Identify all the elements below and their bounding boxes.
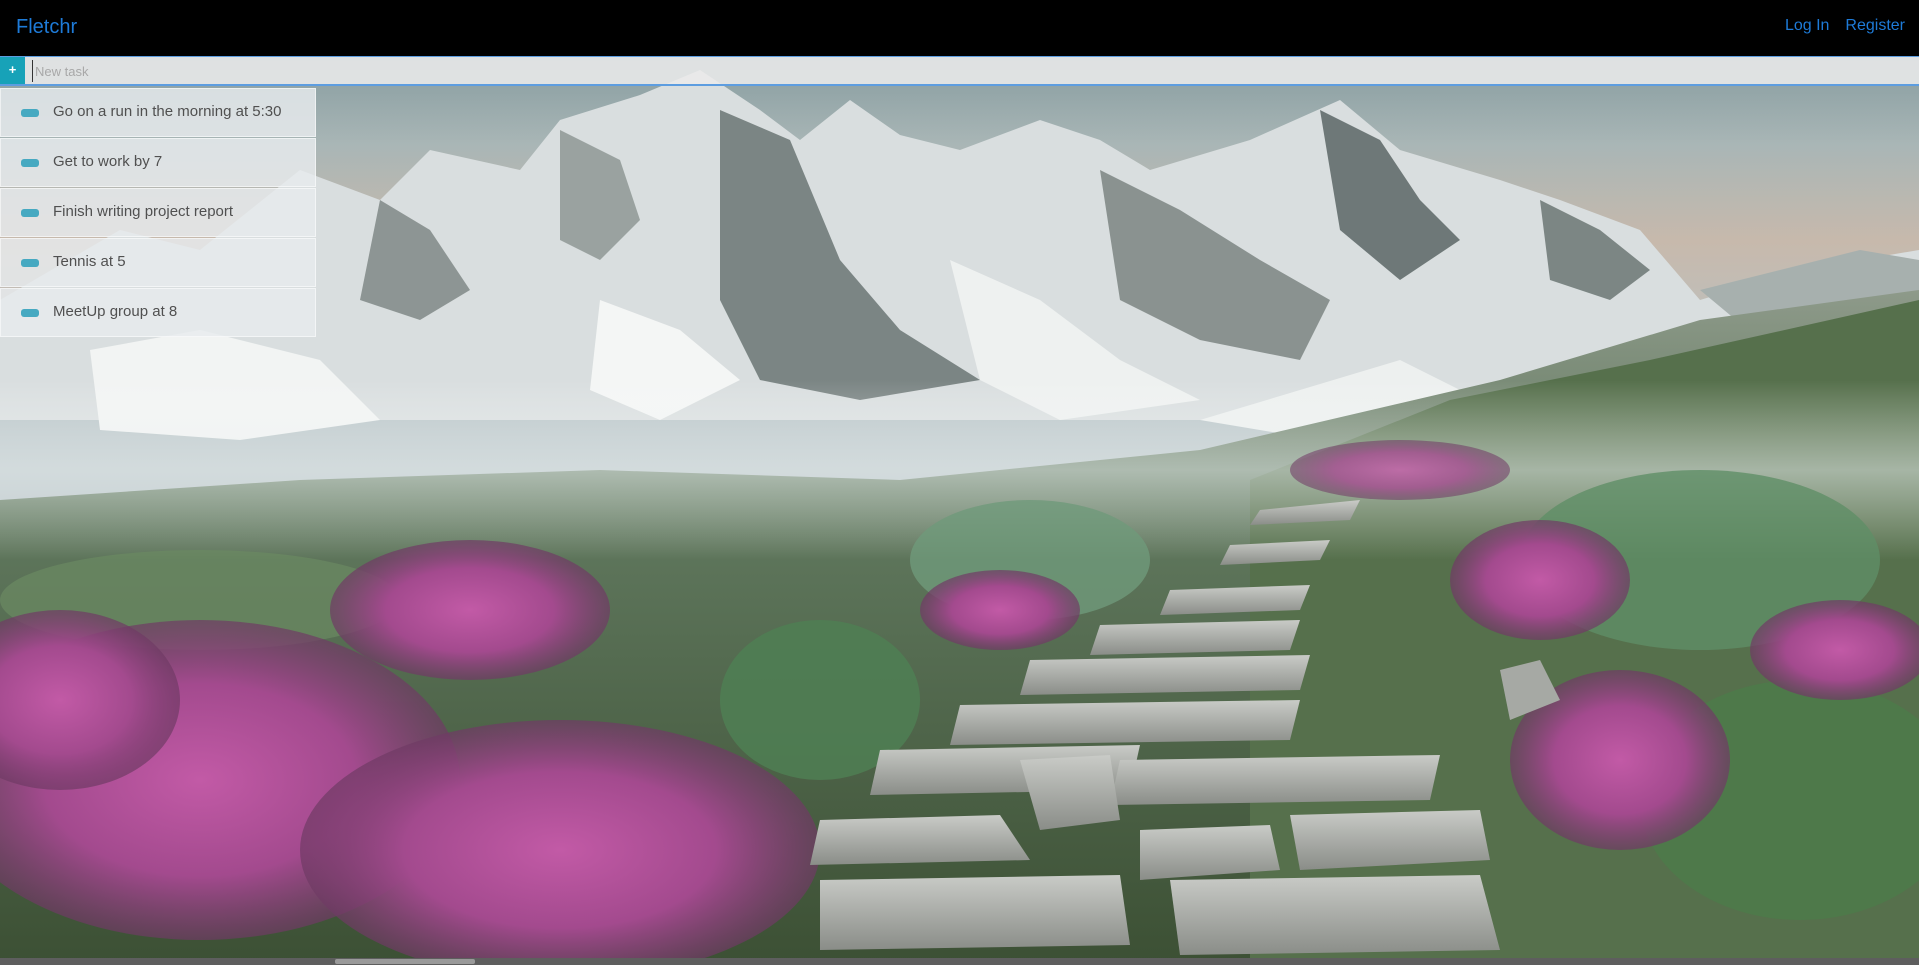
register-link[interactable]: Register: [1845, 17, 1905, 35]
horizontal-scrollbar[interactable]: [0, 958, 1919, 965]
task-label: Go on a run in the morning at 5:30: [53, 103, 282, 120]
new-task-bar: +: [0, 56, 1919, 86]
login-link[interactable]: Log In: [1785, 17, 1829, 35]
task-item[interactable]: Get to work by 7: [0, 138, 316, 187]
task-label: Tennis at 5: [53, 253, 126, 270]
scrollbar-thumb[interactable]: [335, 959, 475, 964]
task-list: Go on a run in the morning at 5:30 Get t…: [0, 88, 316, 338]
task-toggle-icon[interactable]: [21, 109, 39, 117]
task-label: Finish writing project report: [53, 203, 234, 220]
brand-link[interactable]: Fletchr: [16, 16, 77, 39]
auth-links: Log In Register: [1785, 17, 1905, 35]
add-task-button[interactable]: +: [0, 57, 25, 84]
new-task-input[interactable]: [32, 60, 1917, 82]
task-toggle-icon[interactable]: [21, 159, 39, 167]
top-navbar: Fletchr Log In Register: [0, 0, 1919, 56]
task-toggle-icon[interactable]: [21, 259, 39, 267]
task-label: Get to work by 7: [53, 153, 163, 170]
task-toggle-icon[interactable]: [21, 309, 39, 317]
task-item[interactable]: MeetUp group at 8: [0, 288, 316, 337]
task-item[interactable]: Finish writing project report: [0, 188, 316, 237]
task-item[interactable]: Go on a run in the morning at 5:30: [0, 88, 316, 137]
task-label: MeetUp group at 8: [53, 303, 178, 320]
task-item[interactable]: Tennis at 5: [0, 238, 316, 287]
task-toggle-icon[interactable]: [21, 209, 39, 217]
